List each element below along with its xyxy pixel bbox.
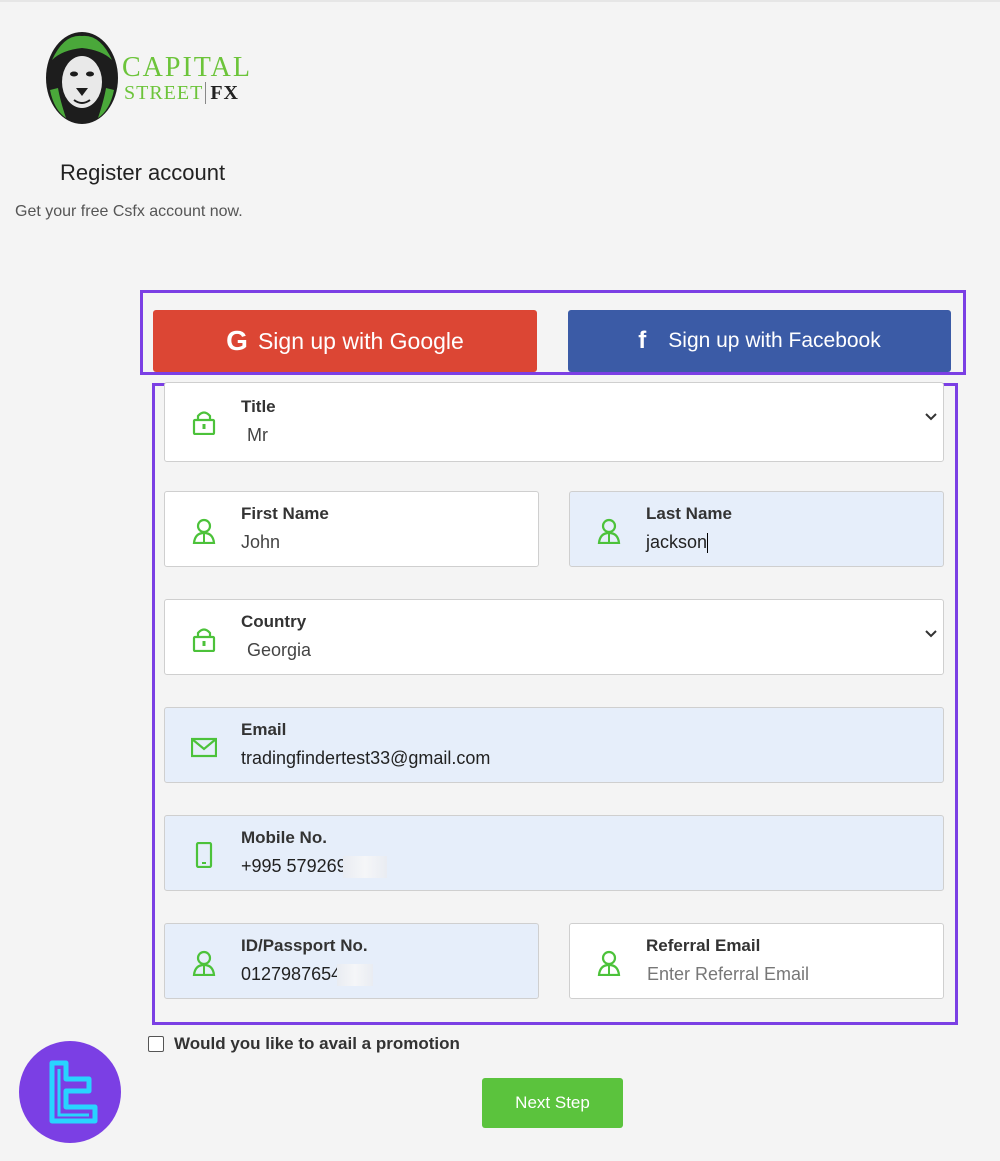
page-title: Register account <box>60 160 226 185</box>
brand-street-text: STREET <box>124 82 204 104</box>
user-icon <box>597 950 621 976</box>
capital-street-fx-logo[interactable]: CAPITAL STREET FX <box>44 30 259 130</box>
mobile-field[interactable]: Mobile No. +995 579269 <box>164 815 944 891</box>
brand-name-street: STREET FX <box>124 82 240 105</box>
last-name-text: jackson <box>646 532 708 552</box>
email-field[interactable]: Email tradingfindertest33@gmail.com <box>164 707 944 783</box>
last-name-label: Last Name <box>646 504 732 523</box>
google-signup-button[interactable]: G Sign up with Google <box>153 310 537 372</box>
redacted-blur <box>342 856 387 879</box>
google-icon: G <box>226 325 248 356</box>
top-divider <box>0 0 1000 2</box>
registration-form-highlight: Title Mr First Name John Last Name jacks… <box>152 382 958 1025</box>
country-value: Georgia <box>247 640 312 660</box>
id-passport-value: 0127987654 <box>241 964 541 987</box>
facebook-icon: f <box>638 327 647 354</box>
user-icon <box>192 950 216 976</box>
referral-email-field[interactable]: Referral Email <box>569 923 944 999</box>
facebook-signup-button[interactable]: f Sign up with Facebook <box>568 310 951 372</box>
next-step-button[interactable]: Next Step <box>482 1078 623 1128</box>
lion-logo-icon <box>46 32 118 124</box>
first-name-field[interactable]: First Name John <box>164 491 539 567</box>
phone-icon <box>195 842 213 868</box>
mobile-text: +995 579269 <box>241 856 347 876</box>
mail-icon <box>191 737 217 758</box>
referral-email-label: Referral Email <box>646 936 761 955</box>
id-passport-label: ID/Passport No. <box>241 936 368 955</box>
watermark-glyph <box>49 1060 98 1124</box>
title-value: Mr <box>247 425 268 445</box>
lock-icon <box>192 411 216 435</box>
title-select[interactable]: Title Mr <box>164 382 944 462</box>
mobile-value: +995 579269 <box>241 856 541 879</box>
watermark-logo-icon <box>19 1041 121 1143</box>
brand-name-capital: CAPITAL <box>122 52 252 83</box>
user-icon <box>597 518 621 544</box>
chevron-down-icon <box>925 413 937 421</box>
promotion-label: Would you like to avail a promotion <box>174 1034 460 1053</box>
last-name-field[interactable]: Last Name jackson <box>569 491 944 567</box>
user-icon <box>192 518 216 544</box>
last-name-value: jackson <box>646 532 946 554</box>
id-passport-text: 0127987654 <box>241 964 342 984</box>
google-signup-label: Sign up with Google <box>257 327 464 354</box>
chevron-down-icon <box>925 630 937 638</box>
country-label: Country <box>241 612 307 631</box>
email-label: Email <box>241 720 287 739</box>
page-subtitle: Get your free Csfx account now. <box>15 203 243 220</box>
referral-email-input[interactable] <box>647 964 927 985</box>
promotion-checkbox-row[interactable]: Would you like to avail a promotion <box>148 1034 460 1054</box>
title-label: Title <box>241 397 276 416</box>
redacted-blur <box>337 964 374 987</box>
text-cursor <box>707 533 709 554</box>
brand-fx-text: FX <box>205 82 240 104</box>
lock-icon <box>192 628 216 652</box>
email-value: tradingfindertest33@gmail.com <box>241 748 491 768</box>
facebook-signup-label: Sign up with Facebook <box>668 329 881 352</box>
first-name-label: First Name <box>241 504 329 523</box>
mobile-label: Mobile No. <box>241 828 327 847</box>
country-select[interactable]: Country Georgia <box>164 599 944 675</box>
id-passport-field[interactable]: ID/Passport No. 0127987654 <box>164 923 539 999</box>
first-name-value: John <box>241 532 281 552</box>
social-signup-highlight: G Sign up with Google f Sign up with Fac… <box>140 290 966 375</box>
promotion-checkbox[interactable] <box>148 1036 164 1052</box>
